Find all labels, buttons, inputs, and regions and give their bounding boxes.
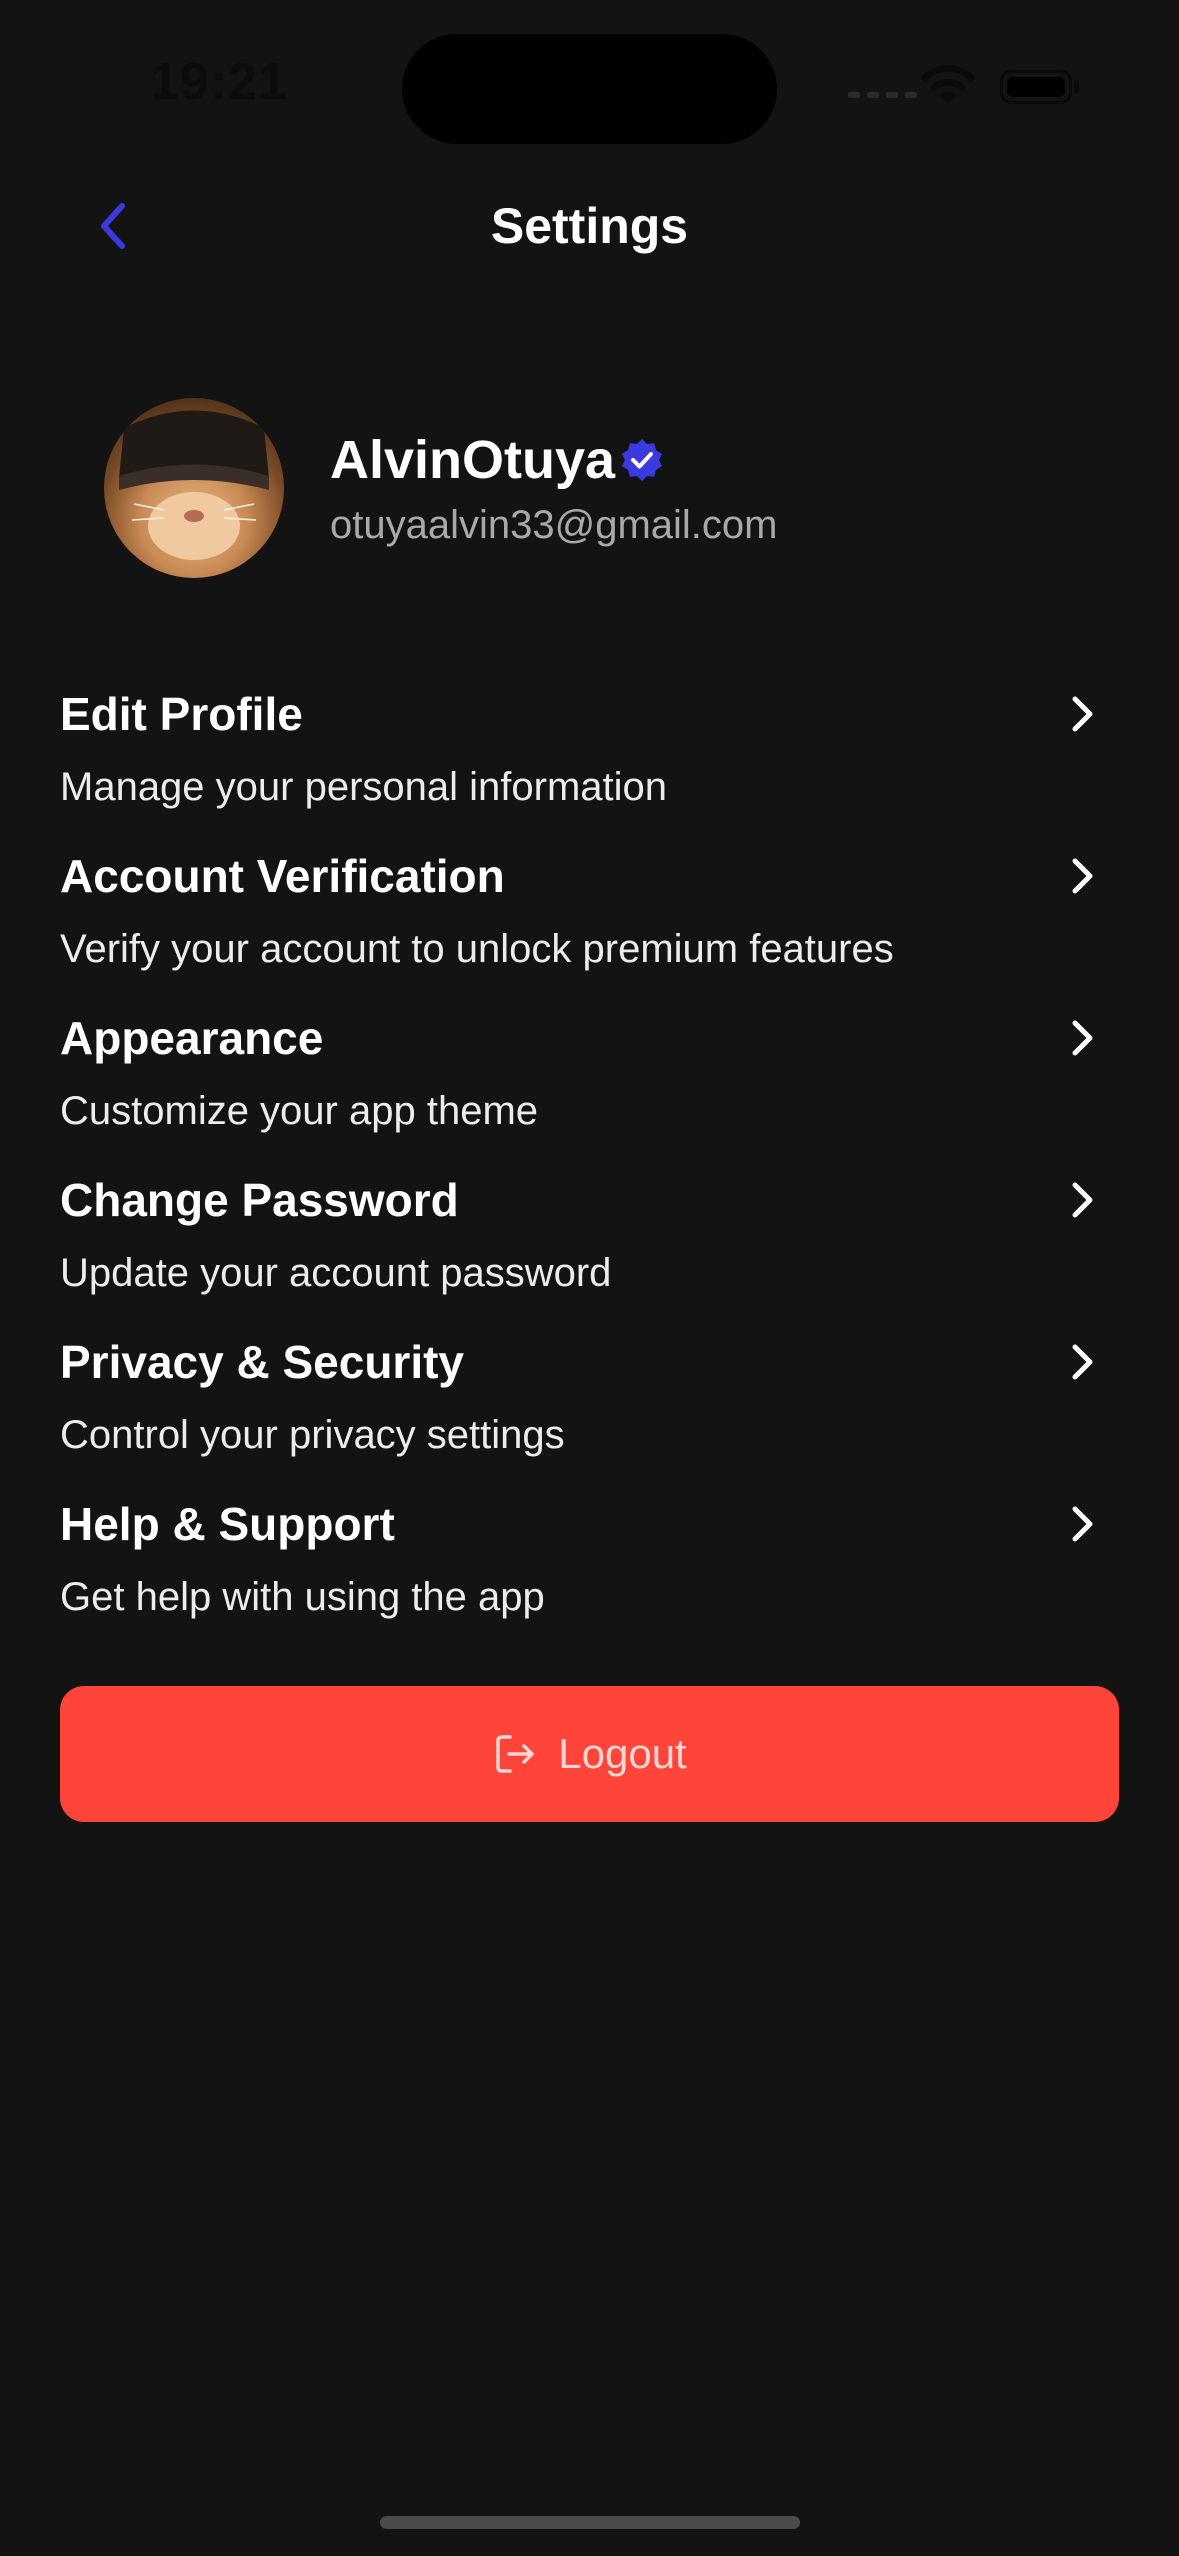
settings-item-appearance[interactable]: Appearance Customize your app theme — [60, 1000, 1120, 1162]
verified-badge-icon — [619, 437, 665, 483]
settings-item-subtitle: Manage your personal information — [60, 765, 668, 809]
settings-item-title: Edit Profile — [60, 688, 303, 740]
settings-item-title: Change Password — [60, 1174, 459, 1226]
settings-list: Edit Profile Manage your personal inform… — [60, 676, 1120, 1648]
settings-item-subtitle: Control your privacy settings — [60, 1413, 565, 1457]
settings-item-title: Privacy & Security — [60, 1336, 465, 1388]
profile-name-row: AlvinOtuya — [330, 428, 665, 492]
settings-item-account-verification[interactable]: Account Verification Verify your account… — [60, 838, 1120, 1000]
cellular-signal-icon — [848, 92, 917, 98]
settings-item-subtitle: Update your account password — [60, 1251, 612, 1295]
chevron-right-icon — [1072, 1344, 1093, 1380]
settings-item-title: Account Verification — [60, 850, 505, 902]
chevron-right-icon — [1072, 1182, 1093, 1218]
dynamic-island — [402, 34, 777, 144]
page-title: Settings — [490, 198, 689, 254]
avatar-image — [119, 410, 269, 560]
settings-item-title: Help & Support — [60, 1498, 395, 1550]
settings-item-change-password[interactable]: Change Password Update your account pass… — [60, 1162, 1120, 1324]
logout-label: Logout — [558, 1730, 687, 1777]
settings-item-help-support[interactable]: Help & Support Get help with using the a… — [60, 1486, 1120, 1648]
status-time: 19:21 — [150, 53, 288, 111]
avatar[interactable] — [104, 398, 284, 578]
status-bar: 19:21 — [0, 0, 1179, 150]
chevron-right-icon — [1072, 1506, 1093, 1542]
settings-item-subtitle: Customize your app theme — [60, 1089, 539, 1133]
battery-icon — [1000, 70, 1072, 104]
chevron-right-icon — [1072, 1020, 1093, 1056]
wifi-icon — [921, 64, 975, 104]
profile-email: otuyaalvin33@gmail.com — [330, 503, 778, 547]
battery-tip — [1074, 80, 1079, 94]
settings-item-subtitle: Verify your account to unlock premium fe… — [60, 927, 894, 971]
settings-item-privacy-security[interactable]: Privacy & Security Control your privacy … — [60, 1324, 1120, 1486]
chevron-right-icon — [1072, 858, 1093, 894]
chevron-right-icon — [1072, 696, 1093, 732]
settings-item-title: Appearance — [60, 1012, 324, 1064]
home-indicator[interactable] — [380, 2516, 800, 2529]
logout-button[interactable]: Logout — [60, 1686, 1119, 1822]
settings-item-subtitle: Get help with using the app — [60, 1575, 545, 1619]
profile-name: AlvinOtuya — [330, 430, 616, 490]
logout-icon — [496, 1735, 535, 1773]
settings-item-edit-profile[interactable]: Edit Profile Manage your personal inform… — [60, 676, 1120, 838]
